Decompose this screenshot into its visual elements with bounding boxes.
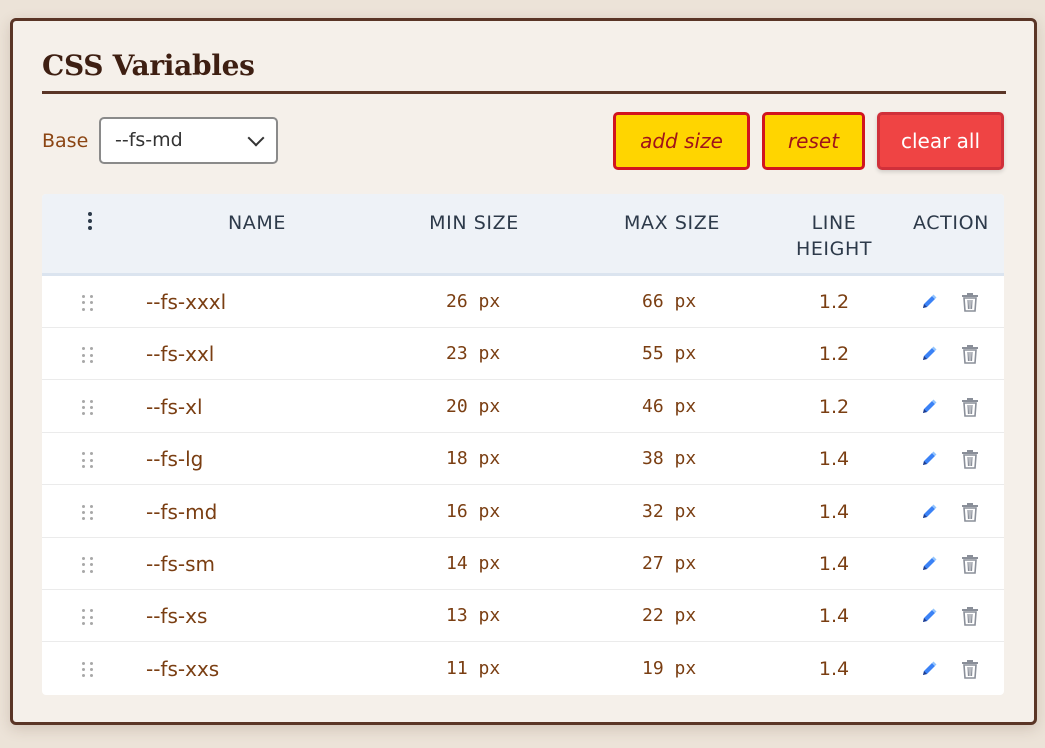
pencil-icon[interactable]	[920, 450, 938, 468]
base-select[interactable]: --fs-md	[99, 117, 278, 164]
drag-handle-icon[interactable]	[82, 609, 94, 626]
pencil-icon[interactable]	[920, 555, 938, 573]
table-row: --fs-sm 14 px 27 px 1.4	[42, 538, 1004, 590]
pencil-icon[interactable]	[920, 398, 938, 416]
drag-handle-icon[interactable]	[82, 452, 94, 468]
drag-handle-icon[interactable]	[82, 661, 94, 678]
max-size-value: 55 px	[642, 343, 697, 365]
variable-name: --fs-xxxl	[146, 290, 227, 314]
column-header-action: ACTION	[913, 212, 989, 234]
variable-name: --fs-sm	[146, 552, 216, 576]
min-size-value: 26 px	[446, 291, 501, 312]
variable-name: --fs-md	[146, 499, 218, 524]
line-height-value: 1.4	[818, 500, 850, 523]
table-row: --fs-xxs 11 px 19 px 1.4	[42, 643, 1004, 695]
min-size-value: 14 px	[446, 553, 501, 574]
line-height-value: 1.2	[818, 395, 850, 418]
drag-handle-icon[interactable]	[82, 504, 94, 521]
clear-all-button[interactable]: clear all	[877, 112, 1004, 170]
max-size-value: 66 px	[642, 291, 697, 312]
vertical-ellipsis-icon	[80, 208, 100, 230]
table-row: --fs-lg 18 px 38 px 1.4	[42, 433, 1004, 486]
trash-icon[interactable]	[960, 449, 980, 469]
line-height-value: 1.4	[818, 448, 850, 471]
column-header-name: NAME	[227, 212, 286, 234]
variable-name: --fs-xs	[146, 604, 208, 629]
pencil-icon[interactable]	[920, 293, 938, 311]
table-header: NAME MIN SIZE MAX SIZE LINE HEIGHT ACTIO…	[42, 194, 1004, 276]
drag-handle-icon[interactable]	[82, 295, 94, 311]
min-size-value: 16 px	[446, 500, 501, 522]
line-height-value: 1.4	[818, 553, 850, 575]
trash-icon[interactable]	[960, 554, 980, 574]
column-header-max-size: MAX SIZE	[624, 212, 720, 234]
column-header-drag	[80, 208, 100, 230]
css-variables-panel: CSS Variables Base --fs-md add size rese…	[10, 18, 1037, 725]
max-size-value: 32 px	[642, 500, 697, 522]
column-header-line-height-line2: HEIGHT	[795, 238, 873, 260]
pencil-icon[interactable]	[920, 660, 938, 678]
variable-name: --fs-xl	[146, 394, 203, 419]
min-size-value: 20 px	[446, 395, 501, 417]
pencil-icon[interactable]	[920, 503, 938, 521]
min-size-value: 11 px	[446, 657, 501, 679]
max-size-value: 27 px	[642, 553, 697, 574]
reset-button[interactable]: reset	[762, 112, 865, 170]
min-size-value: 23 px	[446, 343, 501, 365]
table-row: --fs-md 16 px 32 px 1.4	[42, 486, 1004, 538]
page-title: CSS Variables	[42, 49, 255, 82]
max-size-value: 22 px	[642, 605, 697, 627]
table-row: --fs-xxxl 26 px 66 px 1.2	[42, 276, 1004, 328]
table-row: --fs-xxl 23 px 55 px 1.2	[42, 328, 1004, 381]
drag-handle-icon[interactable]	[82, 347, 94, 364]
title-divider	[42, 91, 1006, 94]
trash-icon[interactable]	[960, 344, 980, 365]
chevron-down-icon	[247, 129, 265, 147]
min-size-value: 13 px	[446, 605, 501, 627]
add-size-button[interactable]: add size	[613, 112, 750, 170]
column-header-line-height: LINE HEIGHT	[774, 210, 894, 262]
pencil-icon[interactable]	[920, 345, 938, 363]
line-height-value: 1.2	[818, 343, 850, 366]
column-header-min-size: MIN SIZE	[429, 212, 519, 234]
variable-name: --fs-xxs	[146, 656, 220, 681]
pencil-icon[interactable]	[920, 607, 938, 625]
trash-icon[interactable]	[960, 606, 980, 627]
max-size-value: 46 px	[642, 395, 697, 417]
line-height-value: 1.4	[818, 657, 850, 680]
trash-icon[interactable]	[960, 659, 980, 679]
column-header-line-height-line1: LINE	[811, 212, 857, 234]
table-row: --fs-xl 20 px 46 px 1.2	[42, 381, 1004, 433]
min-size-value: 18 px	[446, 448, 501, 470]
drag-handle-icon[interactable]	[82, 399, 94, 416]
base-select-value: --fs-md	[115, 129, 183, 151]
variable-name: --fs-xxl	[146, 342, 215, 367]
trash-icon[interactable]	[960, 292, 980, 312]
variable-name: --fs-lg	[146, 447, 204, 472]
line-height-value: 1.2	[818, 291, 850, 313]
max-size-value: 38 px	[642, 448, 697, 470]
variables-table: NAME MIN SIZE MAX SIZE LINE HEIGHT ACTIO…	[42, 194, 1004, 695]
base-label: Base	[42, 130, 89, 152]
table-row: --fs-xs 13 px 22 px 1.4	[42, 590, 1004, 643]
max-size-value: 19 px	[642, 657, 697, 679]
line-height-value: 1.4	[818, 605, 850, 628]
trash-icon[interactable]	[960, 502, 980, 522]
trash-icon[interactable]	[960, 397, 980, 417]
drag-handle-icon[interactable]	[82, 557, 94, 573]
